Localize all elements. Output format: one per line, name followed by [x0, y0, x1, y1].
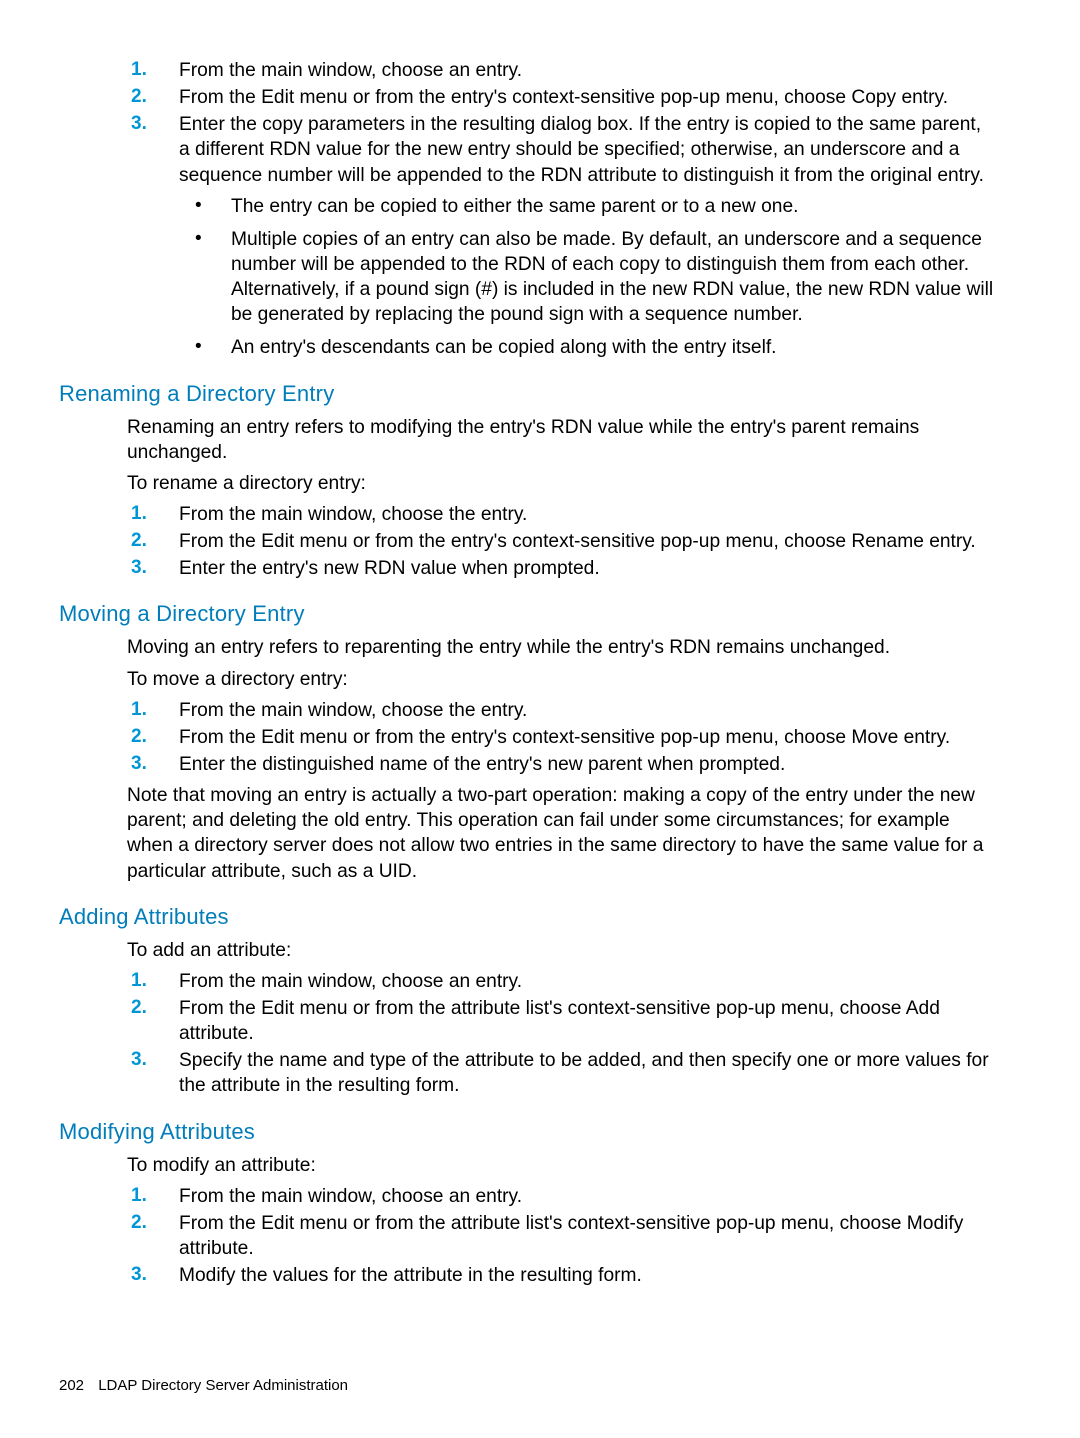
- step-text: From the main window, choose the entry.: [179, 504, 527, 525]
- renaming-lead: To rename a directory entry:: [127, 471, 995, 496]
- moving-lead: To move a directory entry:: [127, 667, 995, 692]
- list-item: 3. Specify the name and type of the attr…: [127, 1048, 995, 1098]
- step-number: 2.: [131, 1211, 147, 1236]
- moving-block: Moving an entry refers to reparenting th…: [127, 635, 995, 883]
- list-item: 1. From the main window, choose an entry…: [127, 969, 995, 994]
- step-text: Specify the name and type of the attribu…: [179, 1050, 989, 1096]
- renaming-intro: Renaming an entry refers to modifying th…: [127, 415, 995, 465]
- step-text: Modify the values for the attribute in t…: [179, 1265, 642, 1286]
- step-number: 2.: [131, 85, 147, 110]
- step-text: From the main window, choose an entry.: [179, 971, 522, 992]
- list-item: 1. From the main window, choose the entr…: [127, 502, 995, 527]
- step-number: 1.: [131, 698, 147, 723]
- list-item: 3. Modify the values for the attribute i…: [127, 1263, 995, 1288]
- footer-title: LDAP Directory Server Administration: [98, 1377, 348, 1394]
- step-text: Enter the copy parameters in the resulti…: [179, 114, 984, 185]
- step-text: Enter the distinguished name of the entr…: [179, 754, 785, 775]
- step-text: From the main window, choose an entry.: [179, 60, 522, 81]
- modifying-lead: To modify an attribute:: [127, 1153, 995, 1178]
- list-item: 3. Enter the copy parameters in the resu…: [127, 112, 995, 360]
- list-item: An entry's descendants can be copied alo…: [179, 335, 995, 360]
- heading-modifying: Modifying Attributes: [59, 1119, 1025, 1145]
- step-number: 3.: [131, 112, 147, 137]
- list-item: 3. Enter the distinguished name of the e…: [127, 752, 995, 777]
- step-number: 2.: [131, 529, 147, 554]
- modifying-steps: 1. From the main window, choose an entry…: [127, 1184, 995, 1289]
- step-number: 2.: [131, 725, 147, 750]
- step-text: From the main window, choose an entry.: [179, 1186, 522, 1207]
- adding-block: To add an attribute: 1. From the main wi…: [127, 938, 995, 1099]
- step-text: From the Edit menu or from the entry's c…: [179, 727, 950, 748]
- step-number: 3.: [131, 1263, 147, 1288]
- step-number: 1.: [131, 969, 147, 994]
- list-item: 1. From the main window, choose an entry…: [127, 58, 995, 83]
- heading-renaming: Renaming a Directory Entry: [59, 381, 1025, 407]
- list-item: 2. From the Edit menu or from the entry'…: [127, 85, 995, 110]
- list-item: The entry can be copied to either the sa…: [179, 194, 995, 219]
- adding-steps: 1. From the main window, choose an entry…: [127, 969, 995, 1099]
- page-number: 202: [59, 1377, 84, 1394]
- step-text: From the Edit menu or from the attribute…: [179, 1213, 963, 1259]
- step-number: 1.: [131, 1184, 147, 1209]
- moving-intro: Moving an entry refers to reparenting th…: [127, 635, 995, 660]
- step-text: Enter the entry's new RDN value when pro…: [179, 558, 600, 579]
- step-number: 3.: [131, 752, 147, 777]
- step-number: 3.: [131, 556, 147, 581]
- list-item: 3. Enter the entry's new RDN value when …: [127, 556, 995, 581]
- moving-note: Note that moving an entry is actually a …: [127, 783, 995, 884]
- bullet-text: The entry can be copied to either the sa…: [231, 196, 798, 217]
- step-text: From the Edit menu or from the attribute…: [179, 998, 940, 1044]
- list-item: 2. From the Edit menu or from the entry'…: [127, 725, 995, 750]
- bullet-text: An entry's descendants can be copied alo…: [231, 337, 777, 358]
- moving-steps: 1. From the main window, choose the entr…: [127, 698, 995, 777]
- copy-entry-steps: 1. From the main window, choose an entry…: [127, 58, 995, 361]
- copy-entry-sub-bullets: The entry can be copied to either the sa…: [179, 194, 995, 361]
- bullet-text: Multiple copies of an entry can also be …: [231, 229, 993, 325]
- list-item: 2. From the Edit menu or from the attrib…: [127, 1211, 995, 1261]
- step-number: 3.: [131, 1048, 147, 1073]
- step-text: From the Edit menu or from the entry's c…: [179, 87, 948, 108]
- copy-entry-block: 1. From the main window, choose an entry…: [127, 58, 995, 361]
- list-item: 2. From the Edit menu or from the entry'…: [127, 529, 995, 554]
- list-item: 2. From the Edit menu or from the attrib…: [127, 996, 995, 1046]
- page-footer: 202 LDAP Directory Server Administration: [59, 1377, 348, 1394]
- list-item: Multiple copies of an entry can also be …: [179, 227, 995, 328]
- list-item: 1. From the main window, choose the entr…: [127, 698, 995, 723]
- renaming-steps: 1. From the main window, choose the entr…: [127, 502, 995, 581]
- heading-moving: Moving a Directory Entry: [59, 601, 1025, 627]
- document-page: 1. From the main window, choose an entry…: [0, 0, 1080, 1438]
- renaming-block: Renaming an entry refers to modifying th…: [127, 415, 995, 582]
- step-number: 2.: [131, 996, 147, 1021]
- heading-adding: Adding Attributes: [59, 904, 1025, 930]
- step-number: 1.: [131, 58, 147, 83]
- step-text: From the Edit menu or from the entry's c…: [179, 531, 976, 552]
- adding-lead: To add an attribute:: [127, 938, 995, 963]
- modifying-block: To modify an attribute: 1. From the main…: [127, 1153, 995, 1289]
- step-number: 1.: [131, 502, 147, 527]
- step-text: From the main window, choose the entry.: [179, 700, 527, 721]
- list-item: 1. From the main window, choose an entry…: [127, 1184, 995, 1209]
